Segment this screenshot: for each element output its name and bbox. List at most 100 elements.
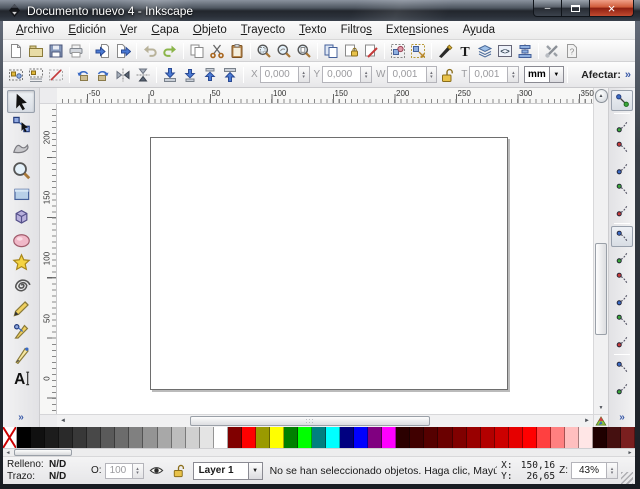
group-button[interactable] <box>388 41 408 61</box>
document-new-button[interactable] <box>6 41 26 61</box>
swatch-550000[interactable] <box>424 427 438 448</box>
scroll-right-icon[interactable]: ► <box>581 416 593 427</box>
swatch-800000[interactable] <box>453 427 467 448</box>
swatch-none[interactable] <box>3 427 17 448</box>
palette-scroll-thumb[interactable] <box>14 449 72 456</box>
swatch-2b0000[interactable] <box>396 427 410 448</box>
palette-scrollbar[interactable]: ◄ ► <box>3 448 635 457</box>
vertical-scroll-track[interactable] <box>594 103 608 402</box>
maximize-button[interactable] <box>562 0 589 17</box>
tool-selector[interactable] <box>7 90 35 113</box>
swatch-2a2a2a[interactable] <box>59 427 73 448</box>
fill-stroke-indicator[interactable]: Relleno: N/D Trazo: N/D <box>7 459 83 483</box>
lower-button[interactable] <box>180 65 200 85</box>
swatch-d0d0d0[interactable] <box>186 427 200 448</box>
vertical-ruler[interactable]: 200150100500 <box>40 104 57 414</box>
menu-filtros[interactable]: Filtros <box>334 22 379 38</box>
swatch-a8a8a8[interactable] <box>158 427 172 448</box>
raise-to-top-button[interactable] <box>220 65 240 85</box>
snapbar-overflow-chevron[interactable]: » <box>619 412 625 423</box>
scroll-up-icon[interactable]: ▲ <box>595 89 608 103</box>
tool-spiral[interactable] <box>7 274 35 297</box>
lock-ratio-icon[interactable] <box>437 65 457 85</box>
tool-node-editor[interactable] <box>7 113 35 136</box>
create-clone-button[interactable] <box>341 41 361 61</box>
swatch-e60000[interactable] <box>509 427 523 448</box>
canvas[interactable] <box>57 104 593 414</box>
width-spinner[interactable]: ▴▾ <box>427 66 438 83</box>
current-layer[interactable]: Layer 1 <box>193 462 249 480</box>
swatch-ff00ff[interactable] <box>382 427 396 448</box>
cut-button[interactable] <box>207 41 227 61</box>
swatch-e4e4e4[interactable] <box>200 427 214 448</box>
rotate-cw-button[interactable] <box>93 65 113 85</box>
y-spinner[interactable]: ▴▾ <box>361 66 372 83</box>
swatch-00ff00[interactable] <box>298 427 312 448</box>
swatch-cc0000[interactable] <box>495 427 509 448</box>
zoom-spinner[interactable]: ▴▾ <box>607 462 618 479</box>
paste-button[interactable] <box>227 41 247 61</box>
document-save-button[interactable] <box>46 41 66 61</box>
swatch-1f0000[interactable] <box>593 427 607 448</box>
export-button[interactable] <box>113 41 133 61</box>
copy-button[interactable] <box>187 41 207 61</box>
tool-tweak[interactable] <box>7 136 35 159</box>
xml-editor-button[interactable]: <> <box>495 41 515 61</box>
flip-vertical-button[interactable] <box>133 65 153 85</box>
fill-value[interactable]: N/D <box>49 459 83 471</box>
snap-bbox-edge-midpoints-button[interactable] <box>611 179 633 200</box>
swatch-800000[interactable] <box>228 427 242 448</box>
menu-texto[interactable]: Texto <box>292 22 334 38</box>
color-managed-display-toggle[interactable] <box>594 414 608 427</box>
minimize-button[interactable]: – <box>533 0 562 17</box>
vertical-scroll-thumb[interactable] <box>595 243 607 335</box>
layer-selector[interactable]: Layer 1 ▼ <box>193 462 263 480</box>
tool-rectangle[interactable] <box>7 182 35 205</box>
flip-horizontal-button[interactable] <box>113 65 133 85</box>
snap-object-centers-button[interactable] <box>611 357 633 378</box>
swatch-400000[interactable] <box>410 427 424 448</box>
document-open-button[interactable] <box>26 41 46 61</box>
tool-controls-overflow-chevron[interactable]: » <box>625 69 631 81</box>
menu-archivo[interactable]: Archivo <box>9 22 61 38</box>
swatch-ffbfbf[interactable] <box>565 427 579 448</box>
tool-calligraphy[interactable] <box>7 343 35 366</box>
horizontal-ruler[interactable]: -50050100150200250300350 <box>57 88 593 104</box>
swatch-ffff00[interactable] <box>270 427 284 448</box>
menu-extensiones[interactable]: Extensiones <box>379 22 456 38</box>
swatch-383838[interactable] <box>73 427 87 448</box>
menu-objeto[interactable]: Objeto <box>186 22 234 38</box>
titlebar[interactable]: Documento nuevo 4 - Inkscape – × <box>0 0 640 21</box>
height-input[interactable]: 0,001 <box>469 66 508 83</box>
unlink-clone-button[interactable] <box>361 41 381 61</box>
swatch-ff4040[interactable] <box>537 427 551 448</box>
y-input[interactable]: 0,000 <box>322 66 361 83</box>
swatch-000080[interactable] <box>340 427 354 448</box>
duplicate-button[interactable] <box>321 41 341 61</box>
select-all-layers-button[interactable] <box>26 65 46 85</box>
swatch-990000[interactable] <box>467 427 481 448</box>
swatch-ff8080[interactable] <box>551 427 565 448</box>
menu-edicion[interactable]: Edición <box>61 22 113 38</box>
vertical-scrollbar[interactable]: ▲ ▼ <box>593 88 608 427</box>
snap-bbox-corners-button[interactable] <box>611 158 633 179</box>
swatch-800080[interactable] <box>368 427 382 448</box>
close-button[interactable]: × <box>589 0 634 17</box>
rotate-ccw-button[interactable] <box>73 65 93 85</box>
unit-dropdown-icon[interactable]: ▼ <box>550 66 565 83</box>
opacity-input[interactable]: 100 <box>105 463 133 479</box>
palette-scroll-right-icon[interactable]: ► <box>625 449 635 457</box>
inkscape-preferences-button[interactable] <box>542 41 562 61</box>
text-dialog-button[interactable]: T <box>455 41 475 61</box>
scroll-left-icon[interactable]: ◄ <box>57 416 69 427</box>
opacity-spinner[interactable]: ▴▾ <box>133 463 144 479</box>
scroll-down-icon[interactable]: ▼ <box>595 402 608 414</box>
layer-visibility-toggle[interactable] <box>148 462 166 480</box>
tool-ellipse[interactable] <box>7 228 35 251</box>
swatch-6a0000[interactable] <box>438 427 452 448</box>
horizontal-scrollbar[interactable]: ◄ ::: ► <box>57 414 593 427</box>
snap-enable-button[interactable] <box>611 90 633 111</box>
swatch-ff0000[interactable] <box>523 427 537 448</box>
unit-select[interactable]: mm <box>524 66 549 83</box>
document-print-button[interactable] <box>66 41 86 61</box>
